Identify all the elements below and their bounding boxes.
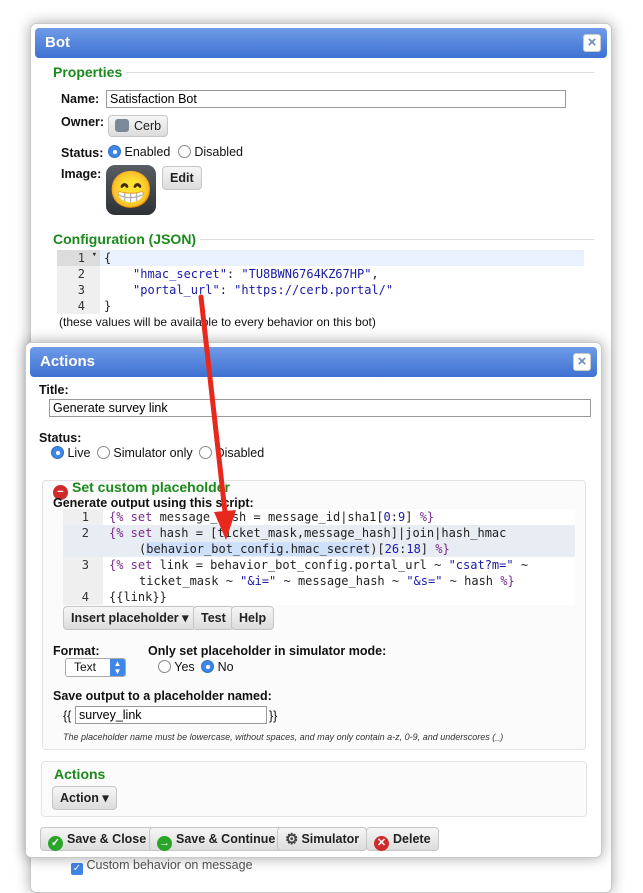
save-output-label: Save output to a placeholder named: — [53, 689, 272, 703]
gear-icon: ⚙ — [285, 831, 299, 848]
sim-no-label[interactable]: No — [218, 660, 234, 674]
line-number: 2 — [81, 526, 89, 540]
script-editor[interactable]: 1 2 3 4 {% set message_hash = message_id… — [63, 509, 575, 605]
line-number: 4 — [81, 590, 89, 604]
placeholder-action-box: − Set custom placeholder Generate output … — [42, 479, 586, 750]
code-line: {% set link = behavior_bot_config.portal… — [109, 558, 529, 572]
owner-label: Owner: — [61, 115, 105, 129]
bot-dialog-titlebar[interactable]: Bot × — [35, 28, 607, 58]
title-input[interactable] — [49, 399, 591, 417]
fold-icon[interactable]: ▾ — [87, 250, 97, 260]
placeholder-name-input[interactable] — [75, 706, 267, 724]
selected-text: behavior_bot_config.hmac_secret — [146, 542, 371, 556]
select-stepper-icon: ▲ ▼ — [110, 659, 125, 676]
check-icon: ✓ — [48, 836, 63, 851]
line-number: 3 — [77, 283, 85, 297]
delete-label: Delete — [393, 832, 431, 846]
code-line: "portal_url": "https://cerb.portal/" — [133, 283, 394, 297]
format-select-value: Text — [74, 660, 97, 674]
code-line: {{link}} — [109, 590, 167, 604]
save-continue-button[interactable]: → Save & Continue — [149, 827, 284, 851]
owner-name: Cerb — [134, 119, 162, 133]
line-number: 4 — [77, 299, 85, 313]
code-line: (behavior_bot_config.hmac_secret)[26:18]… — [139, 542, 450, 556]
actions-dialog-titlebar[interactable]: Actions × — [30, 347, 597, 377]
status-label: Status: — [39, 431, 82, 445]
save-close-button[interactable]: ✓ Save & Close — [40, 827, 155, 851]
bot-avatar-icon — [115, 119, 129, 132]
status-disabled-label[interactable]: Disabled — [216, 446, 265, 460]
status-disabled-radio[interactable] — [199, 446, 213, 459]
action-dropdown-button[interactable]: Action ▾ — [52, 786, 117, 810]
sim-yes-radio[interactable] — [158, 660, 171, 673]
custom-behavior-label[interactable]: Custom behavior on message — [86, 858, 252, 872]
status-live-radio[interactable] — [51, 446, 64, 459]
simulator-label: Only set placeholder in simulator mode: — [148, 644, 387, 658]
line-number: 1 — [77, 251, 85, 265]
sim-yes-label[interactable]: Yes — [174, 660, 194, 674]
image-edit-button[interactable]: Edit — [162, 166, 202, 190]
save-continue-label: Save & Continue — [176, 832, 276, 846]
actions-dialog-title: Actions — [40, 353, 96, 370]
close-icon[interactable]: × — [573, 353, 591, 371]
status-radio-group: Enabled Disabled — [108, 145, 243, 159]
status-enabled-radio[interactable] — [108, 145, 121, 158]
name-label: Name: — [61, 92, 100, 106]
close-icon[interactable]: × — [583, 34, 601, 52]
placeholder-hint: The placeholder name must be lowercase, … — [63, 732, 504, 742]
insert-placeholder-button[interactable]: Insert placeholder ▾ — [63, 606, 197, 630]
placeholder-close-brace: }} — [269, 709, 278, 723]
status-simulator-radio[interactable] — [96, 446, 110, 459]
script-label: Generate output using this script: — [53, 496, 254, 510]
custom-behavior-row: ✓ Custom behavior on message — [71, 858, 253, 875]
smiley-face-icon: 😁 — [108, 169, 154, 210]
code-line: "hmac_secret": "TU8BWN6764KZ67HP", — [133, 267, 379, 281]
image-label: Image: — [61, 167, 102, 181]
code-line: {% set hash = [ticket_mask,message_hash]… — [109, 526, 507, 540]
status-enabled-label[interactable]: Enabled — [124, 145, 170, 159]
actions-status-radio-group: Live Simulator only Disabled — [51, 446, 264, 460]
delete-button[interactable]: ✕ Delete — [366, 827, 439, 851]
arrow-right-icon: → — [157, 836, 172, 851]
config-note: (these values will be available to every… — [59, 315, 376, 329]
format-select[interactable]: Text ▲ ▼ — [65, 658, 126, 677]
status-live-label[interactable]: Live — [67, 446, 90, 460]
owner-button[interactable]: Cerb — [108, 115, 169, 137]
config-json-editor[interactable]: 1 ▾ 2 3 4 { "hmac_secret": "TU8BWN6764KZ… — [57, 250, 584, 314]
simulator-button[interactable]: ⚙ Simulator — [277, 827, 368, 851]
bot-dialog-title: Bot — [45, 34, 70, 51]
line-number: 1 — [81, 510, 89, 524]
code-line: ticket_mask ~ "&i=" ~ message_hash ~ "&s… — [139, 574, 515, 588]
save-close-label: Save & Close — [67, 832, 147, 846]
actions-dialog: Actions × Title: Status: Live Simulator … — [25, 342, 602, 858]
line-number: 2 — [77, 267, 85, 281]
code-line: {% set message_hash = message_id|sha1[0:… — [109, 510, 435, 524]
line-number: 3 — [81, 558, 89, 572]
test-button[interactable]: Test — [193, 606, 234, 630]
code-line: { — [104, 251, 112, 265]
title-label: Title: — [39, 383, 69, 397]
properties-legend: Properties — [53, 64, 123, 80]
actions-subsection: Actions Action ▾ — [41, 761, 587, 817]
name-input[interactable] — [106, 90, 566, 108]
status-label: Status: — [61, 146, 104, 160]
config-legend: Configuration (JSON) — [53, 231, 197, 247]
help-button[interactable]: Help — [231, 606, 275, 630]
placeholder-open-brace: {{ — [63, 709, 72, 723]
status-simulator-label[interactable]: Simulator only — [113, 446, 192, 460]
status-disabled-label[interactable]: Disabled — [194, 145, 243, 159]
bot-image: 😁 — [106, 165, 156, 215]
code-line: } — [104, 299, 112, 313]
simulator-label-text: Simulator — [301, 832, 360, 846]
simulator-radio-group: Yes No — [158, 660, 234, 674]
action-header-title: Set custom placeholder — [72, 479, 230, 495]
delete-x-icon: ✕ — [374, 836, 389, 851]
actions-legend: Actions — [54, 766, 106, 782]
custom-behavior-checkbox[interactable]: ✓ — [71, 863, 83, 875]
sim-no-radio[interactable] — [201, 660, 215, 673]
format-label: Format: — [53, 644, 100, 658]
status-disabled-radio[interactable] — [177, 145, 191, 158]
